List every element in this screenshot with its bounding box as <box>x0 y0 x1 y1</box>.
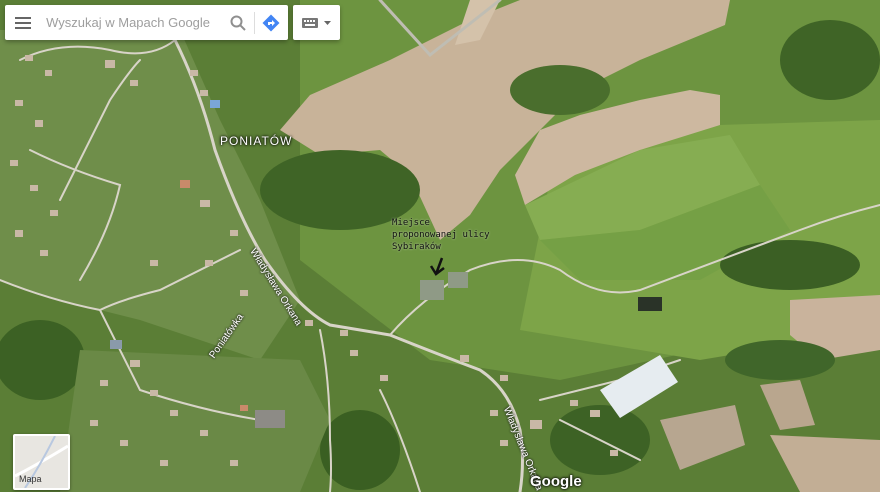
hamburger-menu-icon <box>14 16 31 29</box>
annotation-line-1: Miejsce <box>392 218 430 228</box>
directions-arrow-icon <box>262 14 280 31</box>
menu-button[interactable] <box>5 5 40 40</box>
search-button[interactable] <box>222 5 254 40</box>
search-input[interactable] <box>40 5 223 40</box>
annotation-line-2: proponowanej ulicy <box>392 230 490 240</box>
keyboard-icon <box>302 17 318 28</box>
caret-down-icon <box>324 20 331 25</box>
map-type-label: Mapa <box>19 474 42 484</box>
village-label: PONIATÓW <box>220 134 293 148</box>
annotation-note: Miejsce proponowanej ulicy Sybiraków <box>392 217 490 253</box>
annotation-line-3: Sybiraków <box>392 242 441 252</box>
magnifier-icon <box>230 15 246 31</box>
pond <box>638 297 662 311</box>
directions-button[interactable] <box>255 5 288 40</box>
google-logo: Google <box>530 473 582 490</box>
input-tools-button[interactable] <box>293 5 340 40</box>
map-type-toggle[interactable]: Mapa <box>13 434 70 490</box>
search-box[interactable] <box>5 5 288 40</box>
